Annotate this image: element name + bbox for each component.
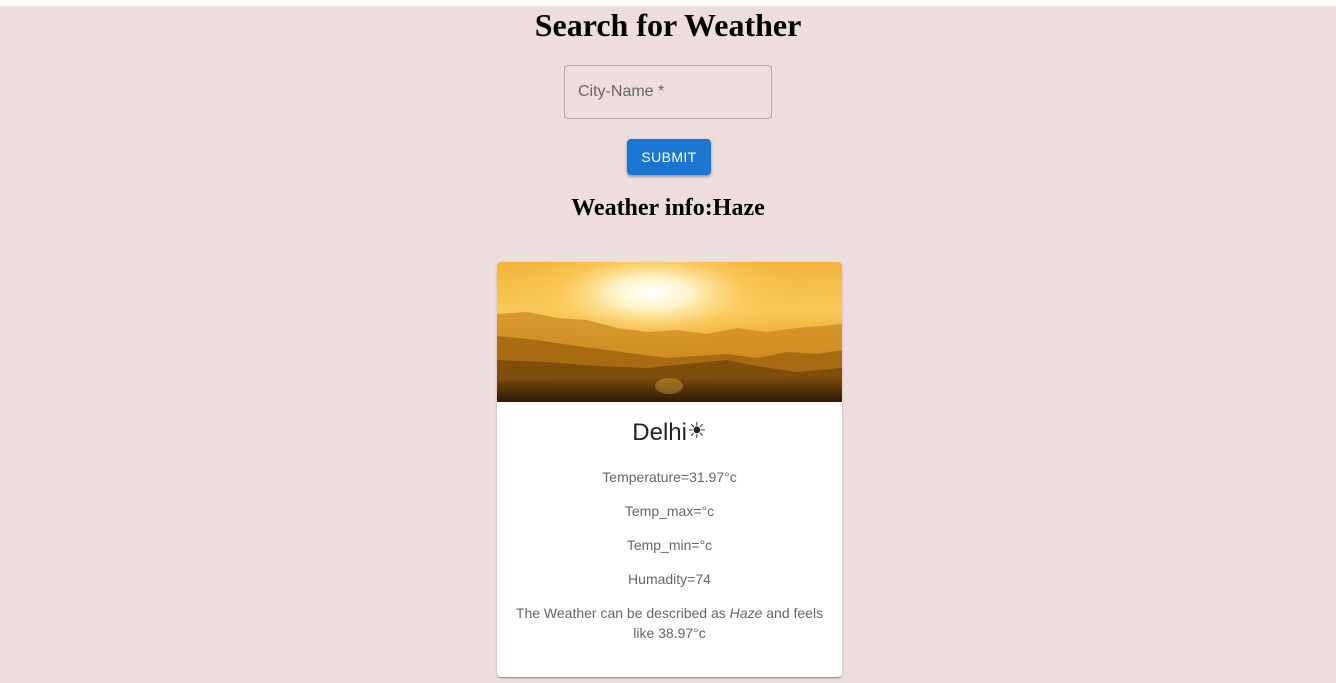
weather-info-condition: Haze — [712, 195, 765, 221]
weather-description: The Weather can be described as Haze and… — [510, 603, 830, 643]
weather-info-label: Weather info: — [571, 195, 713, 221]
page-title: Search for Weather — [534, 7, 802, 43]
temperature-text: Temperature=31.97°c — [602, 469, 737, 485]
page-background: Search for Weather SUBMIT Weather info:H… — [0, 6, 1336, 683]
city-name-input[interactable] — [565, 66, 771, 118]
weather-card: Delhi☀ Temperature=31.97°c Temp_max=°c T… — [497, 262, 842, 677]
city-heading: Delhi☀ — [497, 417, 842, 449]
temp-max-text: Temp_max=°c — [624, 503, 715, 519]
temp-min-text: Temp_min=°c — [626, 537, 713, 553]
humidity-text: Humadity=74 — [628, 571, 711, 587]
city-name-field[interactable] — [564, 65, 772, 119]
weather-card-image — [497, 262, 842, 402]
description-condition: Haze — [729, 605, 763, 621]
sun-icon: ☀ — [686, 418, 707, 443]
weather-info-heading: Weather info:Haze — [0, 193, 1336, 223]
submit-button[interactable]: SUBMIT — [627, 139, 711, 175]
description-prefix: The Weather can be described as — [515, 605, 730, 621]
city-name: Delhi — [632, 419, 687, 446]
weather-card-content: Delhi☀ Temperature=31.97°c Temp_max=°c T… — [497, 402, 842, 643]
